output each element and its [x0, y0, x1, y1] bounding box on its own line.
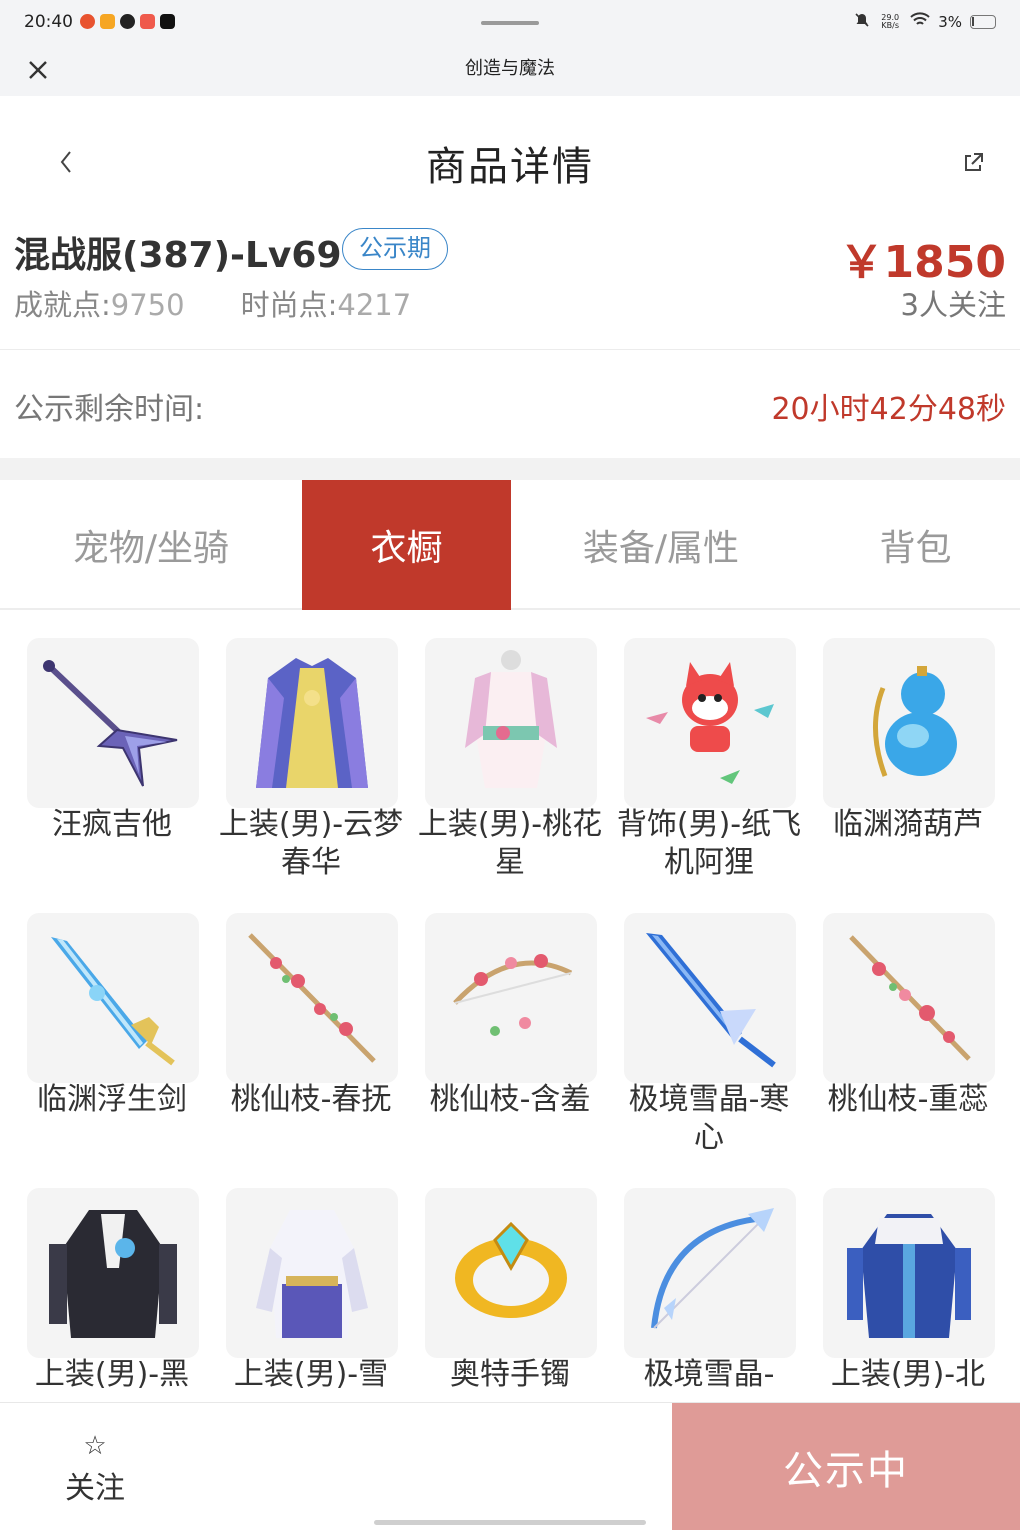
page-header: 商品详情 — [0, 96, 1020, 216]
item-thumbnail — [425, 913, 597, 1083]
page-title: 商品详情 — [426, 144, 594, 190]
guitar-icon — [43, 660, 178, 787]
app-title: 创造与魔法 — [465, 58, 555, 79]
tab-wardrobe[interactable]: 衣橱 — [302, 480, 511, 610]
item-label: 临渊漪葫芦 — [833, 807, 983, 842]
achievement-points: 成就点:9750 — [14, 282, 185, 324]
app-notification-icon — [80, 14, 95, 29]
fashion-value: 4217 — [337, 288, 412, 322]
app-notification-icon — [140, 14, 155, 29]
battery-icon — [970, 15, 996, 29]
item-thumbnail — [425, 638, 597, 808]
net-speed: 29.0 KB/s — [881, 13, 900, 30]
fashion-points: 时尚点:4217 — [241, 282, 412, 324]
category-tabs: 宠物/坐骑 衣橱 装备/属性 背包 — [0, 480, 1020, 610]
page: 20:40 29.0 KB/s 3% 创造与魔法 商品详情 混战服(387)-L… — [0, 0, 1020, 1530]
wardrobe-grid: 汪疯吉他 上装(男)-云梦春华 上装(男)-桃花星 背饰(男)-纸飞机阿狸 临渊… — [0, 612, 1020, 1402]
item-label: 极境雪晶-寒心 — [628, 1082, 790, 1155]
item-thumbnail — [27, 913, 199, 1083]
battery-percent: 3% — [938, 13, 962, 31]
follower-count: 3人关注 — [900, 288, 1006, 322]
item-thumbnail — [624, 1188, 796, 1358]
item-thumbnail — [226, 913, 398, 1083]
fashion-label: 时尚点: — [240, 288, 338, 322]
home-indicator — [374, 1520, 646, 1525]
item-label: 上装(男)-北 — [830, 1357, 986, 1392]
item-label: 上装(男)-黑 — [34, 1357, 190, 1392]
item-label: 极境雪晶- — [643, 1357, 775, 1392]
item-thumbnail — [27, 1188, 199, 1358]
robe-icon — [256, 658, 368, 788]
tab-equipment-attributes[interactable]: 装备/属性 — [511, 480, 811, 610]
status-right: 29.0 KB/s 3% — [854, 12, 996, 32]
star-icon: ☆ — [83, 1431, 107, 1461]
product-stats: 成就点:9750 时尚点:4217 — [14, 282, 411, 324]
dark-coat-icon — [49, 1210, 177, 1338]
achievement-label: 成就点: — [14, 288, 111, 322]
item-thumbnail — [823, 913, 995, 1083]
item-label: 桃仙枝-春抚 — [230, 1082, 392, 1117]
window-drag-handle[interactable] — [481, 21, 539, 25]
app-notification-icon — [100, 14, 115, 29]
sword-icon — [51, 937, 175, 1066]
status-badge: 公示期 — [342, 228, 448, 270]
share-icon — [965, 153, 983, 171]
branch-staff-icon — [248, 933, 376, 1063]
status-bar: 20:40 29.0 KB/s 3% — [0, 0, 1020, 46]
bottom-action-bar: ☆ 关注 公示中 — [0, 1402, 1020, 1530]
publicity-countdown: 公示剩余时间: 20小时42分48秒 — [0, 350, 1020, 458]
item-label: 临渊浮生剑 — [37, 1082, 187, 1117]
mute-icon — [854, 12, 870, 32]
achievement-value: 9750 — [110, 288, 185, 322]
branch-bow-icon — [453, 954, 573, 1036]
item-thumbnail — [226, 1188, 398, 1358]
gourd-icon — [873, 666, 957, 777]
item-thumbnail — [624, 638, 796, 808]
outfit-icon — [465, 650, 557, 788]
publicity-status-button[interactable]: 公示中 — [672, 1403, 1020, 1530]
item-label: 上装(男)-桃花星 — [417, 807, 603, 880]
item-thumbnail — [425, 1188, 597, 1358]
countdown-label: 公示剩余时间: — [14, 392, 205, 427]
product-price: ￥1850 — [839, 237, 1006, 288]
ice-sword-icon — [646, 933, 776, 1068]
item-thumbnail — [226, 638, 398, 808]
item-thumbnail — [823, 1188, 995, 1358]
share-button[interactable] — [960, 150, 986, 176]
notification-icons — [80, 14, 175, 29]
app-bar: 创造与魔法 — [0, 46, 1020, 96]
wifi-icon — [910, 12, 930, 32]
follow-label: 关注 — [65, 1471, 125, 1506]
ice-bow-icon — [651, 1208, 774, 1329]
bracelet-icon — [455, 1221, 567, 1318]
section-divider — [0, 458, 1020, 480]
tab-pets-mounts[interactable]: 宠物/坐骑 — [0, 480, 302, 610]
item-label: 上装(男)-雪 — [233, 1357, 389, 1392]
item-label: 奥特手镯 — [450, 1357, 570, 1392]
follow-button[interactable]: ☆ 关注 — [40, 1431, 150, 1511]
status-time: 20:40 — [24, 12, 73, 32]
countdown-value: 20小时42分48秒 — [771, 392, 1006, 427]
tab-backpack[interactable]: 背包 — [811, 480, 1020, 610]
product-info: 混战服(387)-Lv69 公示期 成就点:9750 时尚点:4217 ￥185… — [0, 216, 1020, 350]
item-thumbnail — [27, 638, 199, 808]
item-thumbnail — [624, 913, 796, 1083]
item-label: 汪疯吉他 — [52, 807, 172, 842]
item-label: 桃仙枝-重蕊 — [827, 1082, 989, 1117]
white-robe-icon — [256, 1210, 368, 1338]
tiktok-icon — [160, 14, 175, 29]
item-label: 背饰(男)-纸飞机阿狸 — [616, 807, 802, 880]
fox-backpack-icon — [646, 662, 774, 784]
item-thumbnail — [823, 638, 995, 808]
branch-staff-icon — [849, 935, 971, 1061]
product-name: 混战服(387)-Lv69 — [14, 235, 342, 276]
item-label: 桃仙枝-含羞 — [429, 1082, 591, 1117]
item-label: 上装(男)-云梦春华 — [218, 807, 404, 880]
blue-coat-icon — [847, 1214, 971, 1338]
qq-icon — [120, 14, 135, 29]
